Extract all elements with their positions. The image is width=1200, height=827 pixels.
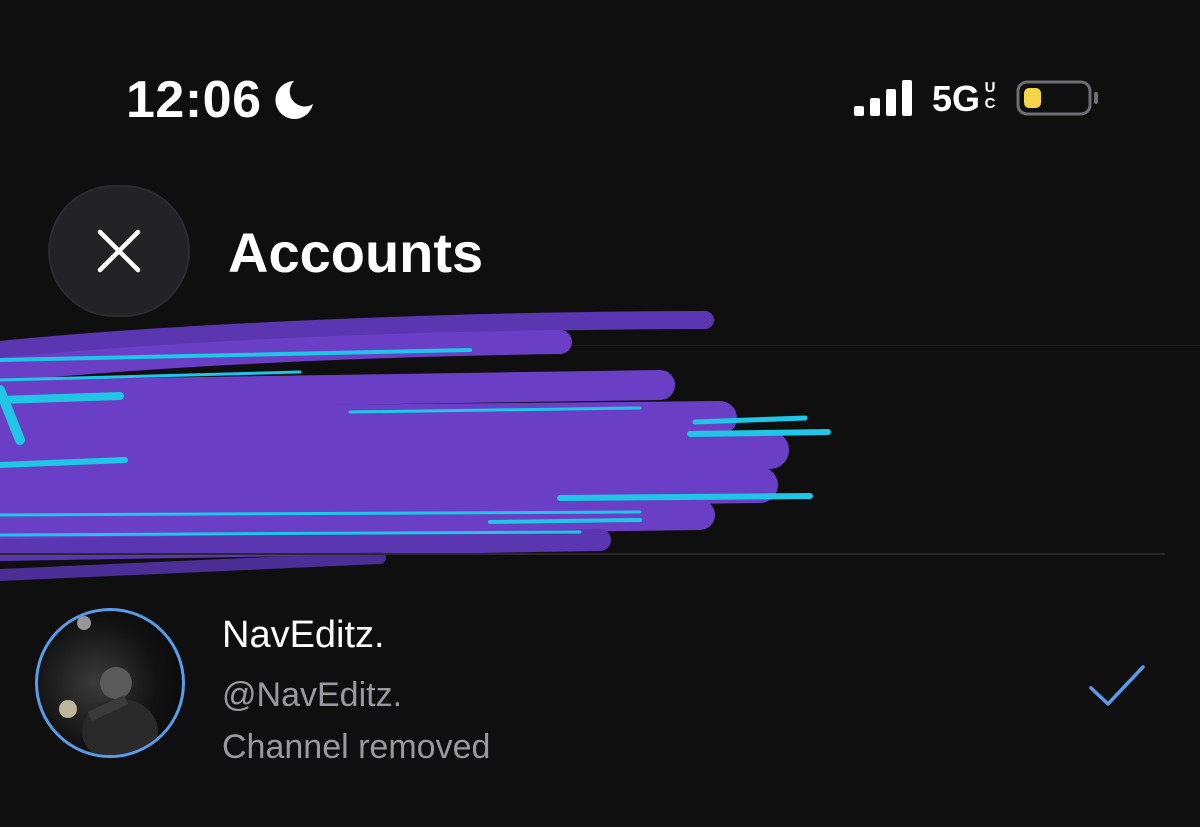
account-name: NavEditz. — [222, 614, 385, 656]
close-button[interactable] — [48, 185, 190, 317]
status-bar: 12:06 5G UC — [0, 0, 1200, 150]
avatar[interactable] — [35, 608, 185, 758]
page-title: Accounts — [228, 221, 484, 284]
avatar-image — [59, 616, 158, 755]
battery-icon — [1016, 80, 1098, 116]
network-suffix: UC — [984, 79, 996, 112]
close-icon — [97, 229, 141, 273]
moon-icon — [275, 81, 313, 119]
account-row[interactable]: NavEditz. @NavEditz. Channel removed — [0, 590, 1200, 780]
network-type: 5G — [932, 78, 981, 119]
divider — [0, 553, 1165, 555]
account-status: Channel removed — [222, 728, 491, 766]
signal-icon — [854, 80, 912, 116]
status-time: 12:06 — [126, 71, 262, 129]
redaction-scribble — [0, 311, 831, 581]
account-handle: @NavEditz. — [222, 676, 403, 714]
checkmark-icon — [1089, 665, 1145, 706]
